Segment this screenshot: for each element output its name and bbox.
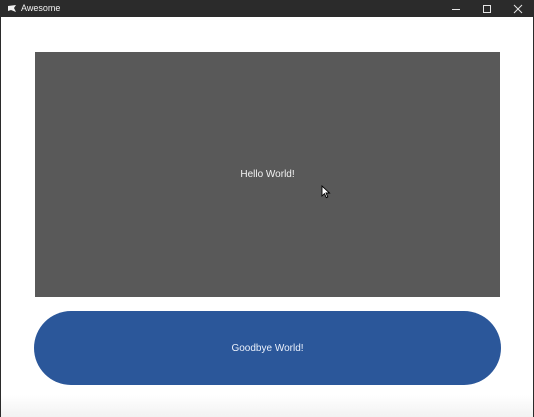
app-window: Awesome Hello World! Goodbye World!: [0, 0, 534, 417]
goodbye-label: Goodbye World!: [231, 342, 304, 354]
hello-panel: Hello World!: [35, 52, 500, 297]
close-button[interactable]: [502, 0, 533, 17]
title-bar[interactable]: Awesome: [1, 0, 533, 17]
minimize-icon: [451, 8, 460, 10]
minimize-button[interactable]: [440, 0, 471, 17]
goodbye-button[interactable]: Goodbye World!: [34, 311, 501, 385]
maximize-button[interactable]: [471, 0, 502, 17]
window-title: Awesome: [21, 3, 61, 13]
maximize-icon: [482, 4, 491, 13]
app-logo-icon: [7, 4, 17, 13]
bottom-edge: [1, 395, 533, 417]
window-controls: [440, 0, 533, 17]
client-area: Hello World! Goodbye World!: [1, 17, 533, 417]
close-icon: [513, 4, 522, 13]
hello-label: Hello World!: [240, 169, 295, 180]
